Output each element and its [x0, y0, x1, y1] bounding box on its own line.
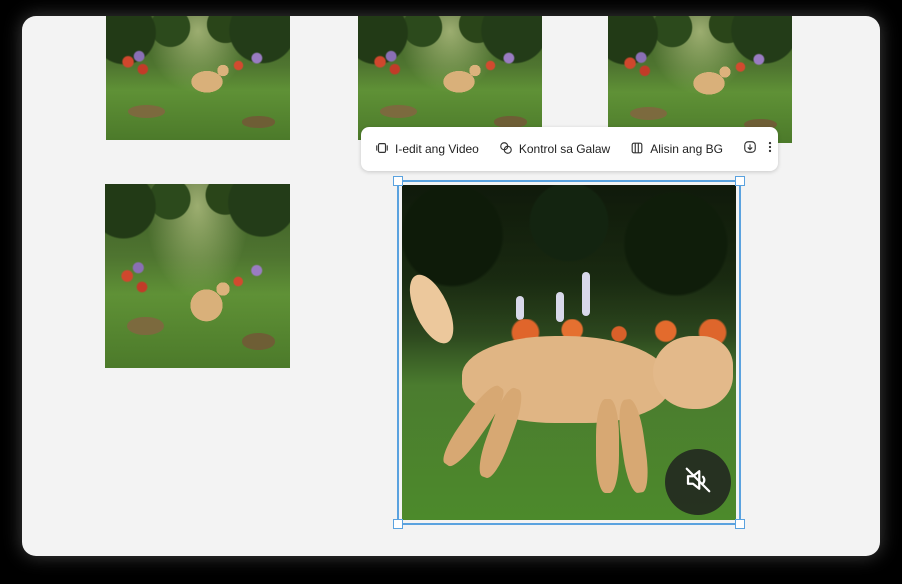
resize-handle-bottom-left[interactable]	[393, 519, 403, 529]
image-thumbnail-1[interactable]	[106, 16, 290, 140]
more-options-button[interactable]	[763, 139, 777, 159]
edit-video-label: I-edit ang Video	[395, 142, 479, 156]
remove-background-label: Alisin ang BG	[650, 142, 723, 156]
remove-background-icon	[630, 141, 644, 158]
resize-handle-bottom-right[interactable]	[735, 519, 745, 529]
motion-control-button[interactable]: Kontrol sa Galaw	[499, 141, 610, 158]
unmute-button[interactable]	[665, 449, 731, 515]
remove-background-button[interactable]: Alisin ang BG	[630, 141, 723, 158]
download-icon	[743, 140, 757, 159]
motion-control-label: Kontrol sa Galaw	[518, 142, 611, 156]
selected-video[interactable]	[393, 176, 745, 529]
forest-dog-image	[358, 16, 542, 140]
resize-handle-top-right[interactable]	[735, 176, 745, 186]
forest-dog-image	[105, 184, 290, 368]
canvas-frame: I-edit ang Video Kontrol sa Galaw Alisin…	[22, 16, 880, 556]
image-thumbnail-4[interactable]	[105, 184, 290, 368]
image-thumbnail-3[interactable]	[608, 16, 792, 143]
forest-dog-image	[608, 16, 792, 143]
resize-handle-top-left[interactable]	[393, 176, 403, 186]
muted-speaker-icon	[683, 465, 713, 500]
video-edit-icon	[375, 141, 389, 158]
more-vertical-icon	[763, 140, 777, 159]
download-button[interactable]	[743, 139, 757, 159]
forest-dog-image	[106, 16, 290, 140]
media-toolbar: I-edit ang Video Kontrol sa Galaw Alisin…	[361, 127, 778, 171]
image-thumbnail-2[interactable]	[358, 16, 542, 140]
edit-video-button[interactable]: I-edit ang Video	[375, 141, 479, 158]
motion-icon	[499, 141, 513, 158]
